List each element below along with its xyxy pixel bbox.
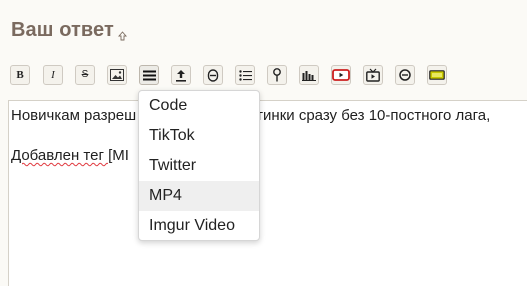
image-button[interactable] [107,65,127,85]
tv-button[interactable] [363,65,383,85]
spoiler-icon [207,68,219,82]
menu-icon [142,70,156,81]
tv-icon [366,68,380,82]
youtube-button[interactable] [331,65,351,85]
menu-item-tiktok[interactable]: TikTok [139,121,259,151]
battery-icon [429,70,445,80]
bold-button[interactable]: B [10,65,30,85]
reply-heading: Ваш ответ [11,19,127,42]
youtube-icon [332,69,350,81]
list-button[interactable] [235,65,255,85]
upload-icon [175,69,187,82]
reply-panel: Ваш ответ B I S Новичкам разреш ртинки с… [0,0,527,286]
chart-button[interactable] [299,65,319,85]
collapse-arrow-icon[interactable] [117,28,127,41]
editor-misspelled-word: Добавлен тег [ [11,147,113,164]
list-icon [238,69,252,81]
upload-button[interactable] [171,65,191,85]
message-textarea[interactable]: Новичкам разреш ртинки сразу без 10-постн… [8,100,527,286]
page-title: Ваш ответ [11,19,114,41]
editor-line-2: Добавлен тег [MI [11,147,129,165]
strikethrough-button[interactable]: S [75,65,95,85]
more-embeds-button[interactable] [139,65,159,85]
pin-button[interactable] [267,65,287,85]
bold-icon: B [16,68,24,81]
embed-dropdown-menu: Code TikTok Twitter MP4 Imgur Video [138,90,260,241]
chart-bars-icon [302,70,316,81]
pin-icon [272,68,282,82]
battery-button[interactable] [427,65,447,85]
editor-text-visible-end: ртинки сразу без 10-постного лага, [248,107,491,124]
minus-circle-icon [399,69,411,81]
menu-item-imgur-video[interactable]: Imgur Video [139,211,259,240]
italic-icon: I [51,68,55,81]
image-icon [110,69,124,81]
strikethrough-icon: S [81,69,89,80]
minus-circle-button[interactable] [395,65,415,85]
menu-item-code[interactable]: Code [139,91,259,121]
menu-item-mp4[interactable]: MP4 [139,181,259,211]
editor-text-visible-start: Новичкам разреш [11,107,137,124]
menu-item-twitter[interactable]: Twitter [139,151,259,181]
spoiler-button[interactable] [203,65,223,85]
editor-text-tag: MI [112,147,129,164]
italic-button[interactable]: I [43,65,63,85]
